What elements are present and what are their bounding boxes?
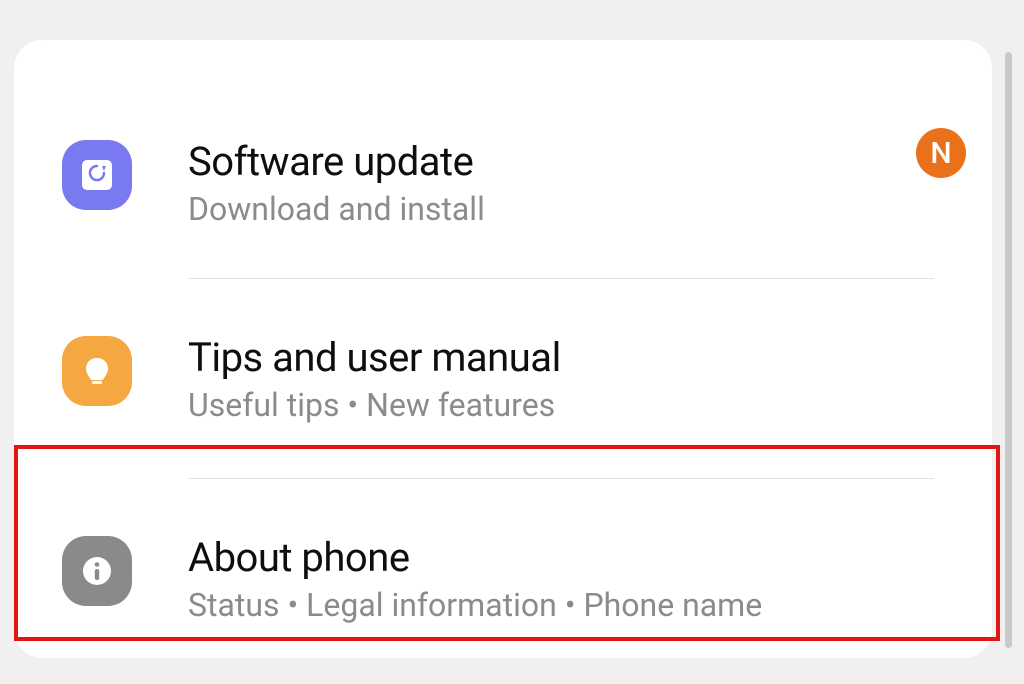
item-text: Tips and user manual Useful tips • New f… bbox=[188, 336, 561, 424]
update-icon bbox=[62, 140, 132, 210]
item-text: About phone Status • Legal information •… bbox=[188, 536, 762, 624]
scrollbar[interactable] bbox=[1005, 52, 1012, 648]
info-icon bbox=[62, 536, 132, 606]
settings-item-software-update[interactable]: Software update Download and install bbox=[14, 140, 992, 228]
badge-letter: N bbox=[930, 136, 951, 171]
settings-card: Software update Download and install Tip… bbox=[14, 40, 992, 658]
item-title: About phone bbox=[188, 536, 762, 580]
item-title: Software update bbox=[188, 140, 485, 184]
divider bbox=[188, 478, 934, 479]
settings-item-about-phone[interactable]: About phone Status • Legal information •… bbox=[14, 536, 992, 624]
divider bbox=[188, 278, 934, 279]
notification-badge: N bbox=[916, 128, 966, 178]
item-subtitle: Status • Legal information • Phone name bbox=[188, 586, 762, 624]
item-title: Tips and user manual bbox=[188, 336, 561, 380]
settings-item-tips[interactable]: Tips and user manual Useful tips • New f… bbox=[14, 336, 992, 424]
lightbulb-icon bbox=[62, 336, 132, 406]
item-text: Software update Download and install bbox=[188, 140, 485, 228]
item-subtitle: Download and install bbox=[188, 190, 485, 228]
item-subtitle: Useful tips • New features bbox=[188, 386, 561, 424]
